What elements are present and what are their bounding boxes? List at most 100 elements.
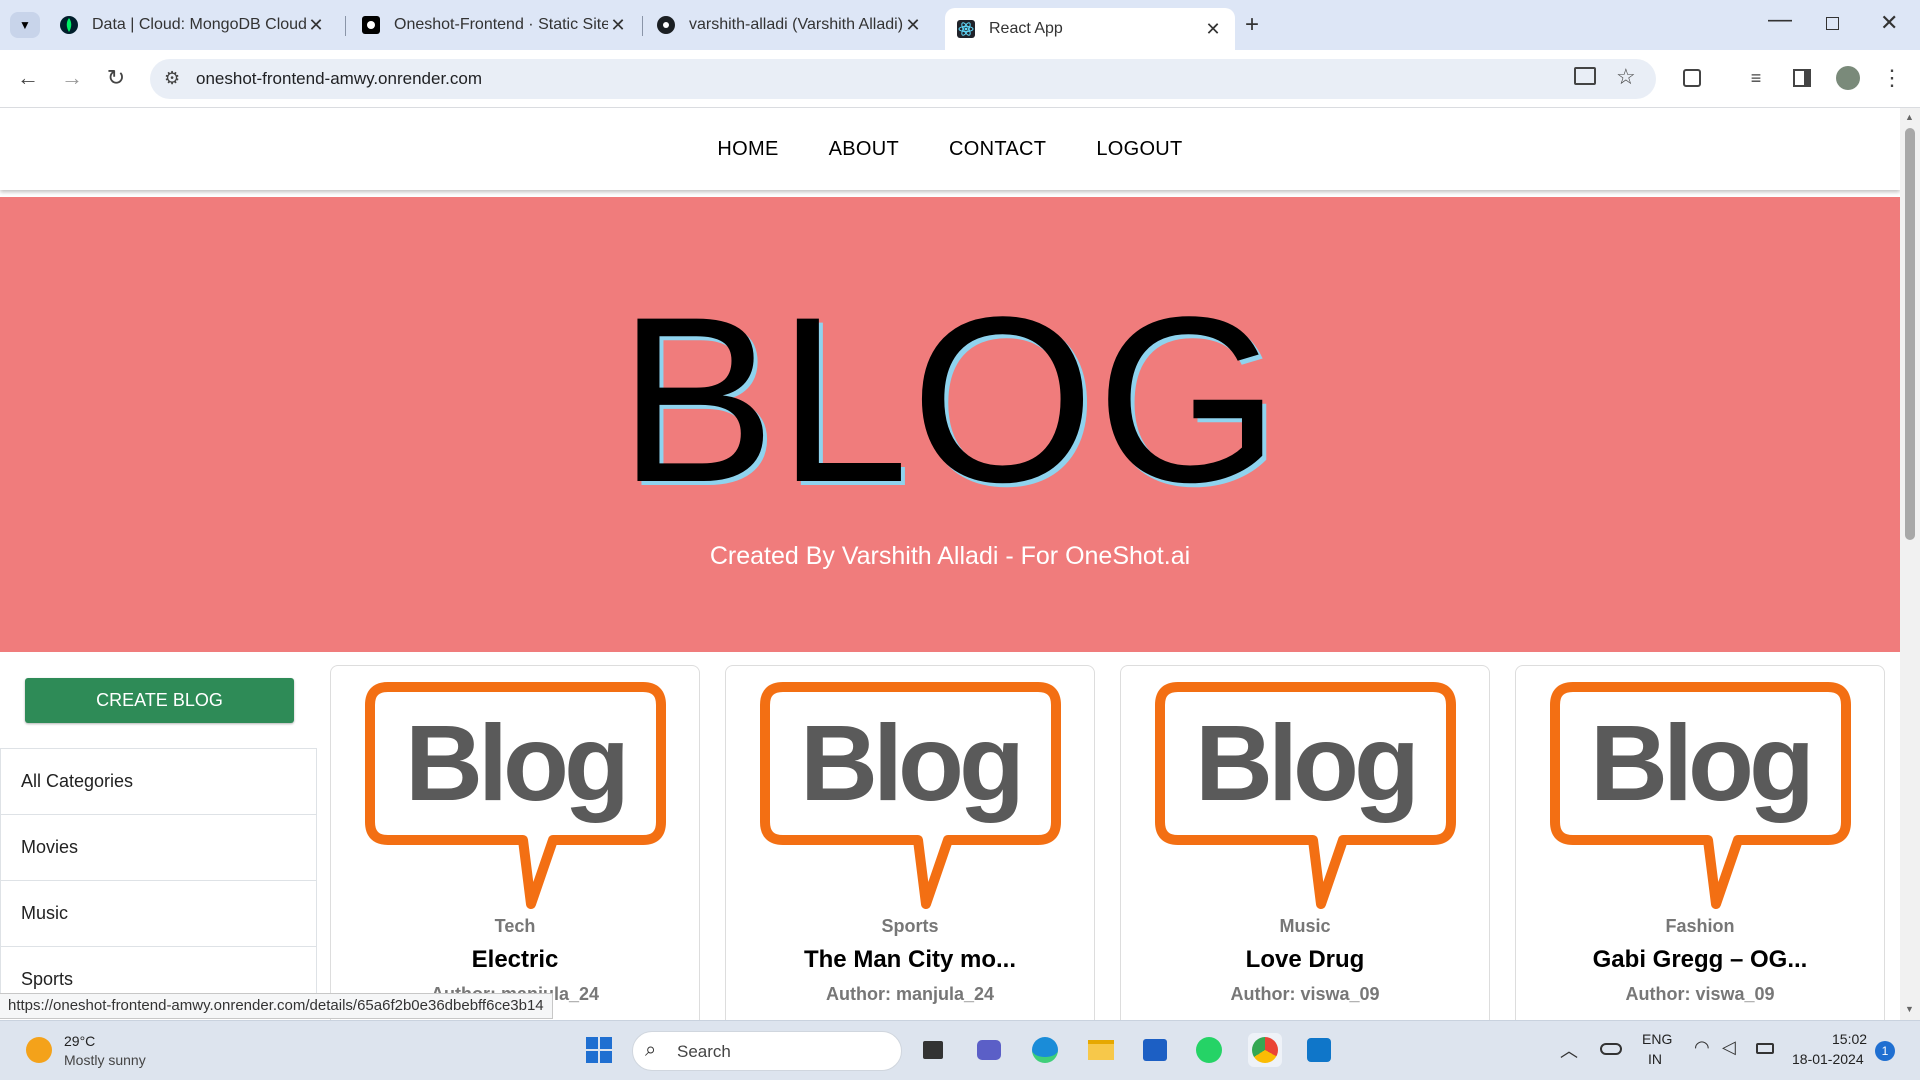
whatsapp-icon[interactable] bbox=[1192, 1033, 1226, 1067]
clock-date[interactable]: 18-01-2024 bbox=[1792, 1051, 1864, 1067]
extensions-button[interactable] bbox=[1674, 60, 1710, 96]
edge-icon[interactable] bbox=[1028, 1033, 1062, 1067]
close-tab-icon[interactable]: ✕ bbox=[1203, 19, 1223, 40]
battery-icon[interactable] bbox=[1756, 1043, 1774, 1054]
bookmark-star-icon[interactable]: ☆ bbox=[1616, 64, 1636, 90]
sun-cloud-icon bbox=[26, 1037, 52, 1063]
media-queue-icon: ≡ bbox=[1750, 67, 1762, 88]
post-card[interactable]: Blog Music Love Drug Author: viswa_09 bbox=[1120, 665, 1490, 1020]
blog-logo-image: Blog bbox=[760, 682, 1061, 909]
close-tab-icon[interactable]: ✕ bbox=[608, 15, 628, 36]
tab-github[interactable]: varshith-alladi (Varshith Alladi) ✕ bbox=[645, 8, 935, 42]
side-panel-button[interactable] bbox=[1784, 60, 1820, 96]
media-control-button[interactable]: ≡ bbox=[1738, 60, 1774, 96]
blog-logo-text: Blog bbox=[1590, 702, 1810, 823]
search-icon: ⌕ bbox=[645, 1039, 657, 1061]
nav-contact[interactable]: CONTACT bbox=[949, 138, 1046, 161]
tab-search-button[interactable]: ▼ bbox=[10, 12, 40, 38]
install-app-icon[interactable] bbox=[1574, 67, 1596, 85]
hero-banner: BLOG Created By Varshith Alladi - For On… bbox=[0, 197, 1900, 652]
post-category: Fashion bbox=[1665, 916, 1735, 936]
weather-widget[interactable]: 29°C Mostly sunny bbox=[24, 1031, 184, 1071]
clock-time[interactable]: 15:02 bbox=[1832, 1031, 1867, 1047]
post-card[interactable]: Blog Tech Electric Author: manjula_24 bbox=[330, 665, 700, 1020]
nav-logout[interactable]: LOGOUT bbox=[1096, 138, 1182, 161]
weather-desc: Mostly sunny bbox=[64, 1052, 146, 1068]
profile-button[interactable] bbox=[1830, 60, 1866, 96]
tab-separator bbox=[345, 16, 346, 36]
react-icon bbox=[957, 20, 975, 38]
page-scrollbar[interactable]: ▲ ▼ bbox=[1900, 108, 1920, 1020]
blog-logo-text: Blog bbox=[800, 702, 1020, 823]
close-window-button[interactable]: ✕ bbox=[1880, 10, 1898, 36]
post-author: Author: viswa_09 bbox=[1625, 984, 1775, 1004]
blog-logo-image: Blog bbox=[1155, 682, 1456, 909]
nav-about[interactable]: ABOUT bbox=[829, 138, 899, 161]
post-title: Electric bbox=[471, 946, 559, 973]
address-bar[interactable]: ⚙ oneshot-frontend-amwy.onrender.com ☆ bbox=[150, 59, 1656, 99]
tab-title: React App bbox=[989, 20, 1063, 37]
post-title: The Man City mo... bbox=[803, 946, 1016, 973]
post-author: Author: viswa_09 bbox=[1230, 984, 1380, 1004]
restore-button[interactable] bbox=[1826, 17, 1839, 30]
teams-chat-icon[interactable] bbox=[972, 1033, 1006, 1067]
taskbar-search[interactable]: ⌕ Search bbox=[632, 1031, 902, 1071]
microsoft-store-icon[interactable] bbox=[1138, 1033, 1172, 1067]
wifi-icon[interactable]: ◠ bbox=[1694, 1037, 1710, 1058]
menu-button[interactable]: ⋮ bbox=[1874, 60, 1910, 96]
post-card[interactable]: Blog Sports The Man City mo... Author: m… bbox=[725, 665, 1095, 1020]
minimize-button[interactable]: — bbox=[1768, 6, 1792, 34]
vscode-icon[interactable] bbox=[1302, 1033, 1336, 1067]
reload-button[interactable]: ↻ bbox=[98, 60, 134, 96]
file-explorer-icon[interactable] bbox=[1084, 1033, 1118, 1067]
notification-badge[interactable]: 1 bbox=[1875, 1041, 1895, 1061]
task-view-icon[interactable] bbox=[916, 1033, 950, 1067]
scrollbar-thumb[interactable] bbox=[1905, 128, 1915, 540]
category-list: All Categories Movies Music Sports bbox=[0, 748, 317, 1013]
site-navbar: HOME ABOUT CONTACT LOGOUT bbox=[0, 108, 1900, 190]
render-icon bbox=[362, 16, 380, 34]
tab-react-app[interactable]: React App ✕ bbox=[945, 8, 1235, 50]
onedrive-icon[interactable] bbox=[1600, 1043, 1622, 1055]
category-all[interactable]: All Categories bbox=[1, 749, 316, 815]
page-viewport: HOME ABOUT CONTACT LOGOUT BLOG Created B… bbox=[0, 108, 1900, 1020]
create-blog-button[interactable]: CREATE BLOG bbox=[25, 678, 294, 723]
forward-button[interactable]: → bbox=[54, 60, 90, 96]
start-button[interactable] bbox=[582, 1033, 616, 1067]
browser-toolbar: ← → ↻ ⚙ oneshot-frontend-amwy.onrender.c… bbox=[0, 50, 1920, 108]
chevron-up-icon[interactable]: ︿ bbox=[1560, 1037, 1578, 1063]
link-status-bubble: https://oneshot-frontend-amwy.onrender.c… bbox=[0, 993, 553, 1019]
nav-home[interactable]: HOME bbox=[717, 138, 778, 161]
back-button[interactable]: ← bbox=[10, 60, 46, 96]
tab-mongodb[interactable]: Data | Cloud: MongoDB Cloud ✕ bbox=[48, 8, 338, 42]
close-tab-icon[interactable]: ✕ bbox=[306, 15, 326, 36]
chrome-icon[interactable] bbox=[1248, 1033, 1282, 1067]
github-icon bbox=[657, 16, 675, 34]
tab-render[interactable]: Oneshot-Frontend · Static Site ✕ bbox=[350, 8, 640, 42]
url-text[interactable]: oneshot-frontend-amwy.onrender.com bbox=[196, 69, 482, 89]
post-category: Tech bbox=[494, 916, 536, 936]
post-title: Love Drug bbox=[1245, 946, 1365, 973]
category-music[interactable]: Music bbox=[1, 881, 316, 947]
category-movies[interactable]: Movies bbox=[1, 815, 316, 881]
blog-logo-image: Blog bbox=[365, 682, 666, 909]
blog-logo-text: Blog bbox=[1195, 702, 1415, 823]
language-code[interactable]: ENG bbox=[1642, 1031, 1672, 1047]
scroll-up-icon[interactable]: ▲ bbox=[1905, 112, 1914, 122]
volume-icon[interactable]: ◁ bbox=[1722, 1037, 1736, 1058]
post-author: Author: manjula_24 bbox=[825, 984, 995, 1004]
scroll-down-icon[interactable]: ▼ bbox=[1905, 1004, 1914, 1014]
post-category: Music bbox=[1279, 916, 1331, 936]
hero-title: BLOG bbox=[618, 268, 1282, 532]
close-tab-icon[interactable]: ✕ bbox=[903, 15, 923, 36]
blog-logo-image: Blog bbox=[1550, 682, 1851, 909]
post-card[interactable]: Blog Fashion Gabi Gregg – OG... Author: … bbox=[1515, 665, 1885, 1020]
tab-strip: ▼ Data | Cloud: MongoDB Cloud ✕ Oneshot-… bbox=[0, 0, 1920, 50]
tab-title: Oneshot-Frontend · Static Site bbox=[394, 16, 608, 33]
region-code[interactable]: IN bbox=[1648, 1051, 1662, 1067]
mongodb-leaf-icon bbox=[60, 16, 78, 34]
reload-icon: ↻ bbox=[106, 65, 126, 90]
new-tab-button[interactable]: + bbox=[1245, 11, 1259, 39]
tab-title: Data | Cloud: MongoDB Cloud bbox=[92, 16, 306, 33]
site-info-icon[interactable]: ⚙ bbox=[164, 68, 180, 89]
